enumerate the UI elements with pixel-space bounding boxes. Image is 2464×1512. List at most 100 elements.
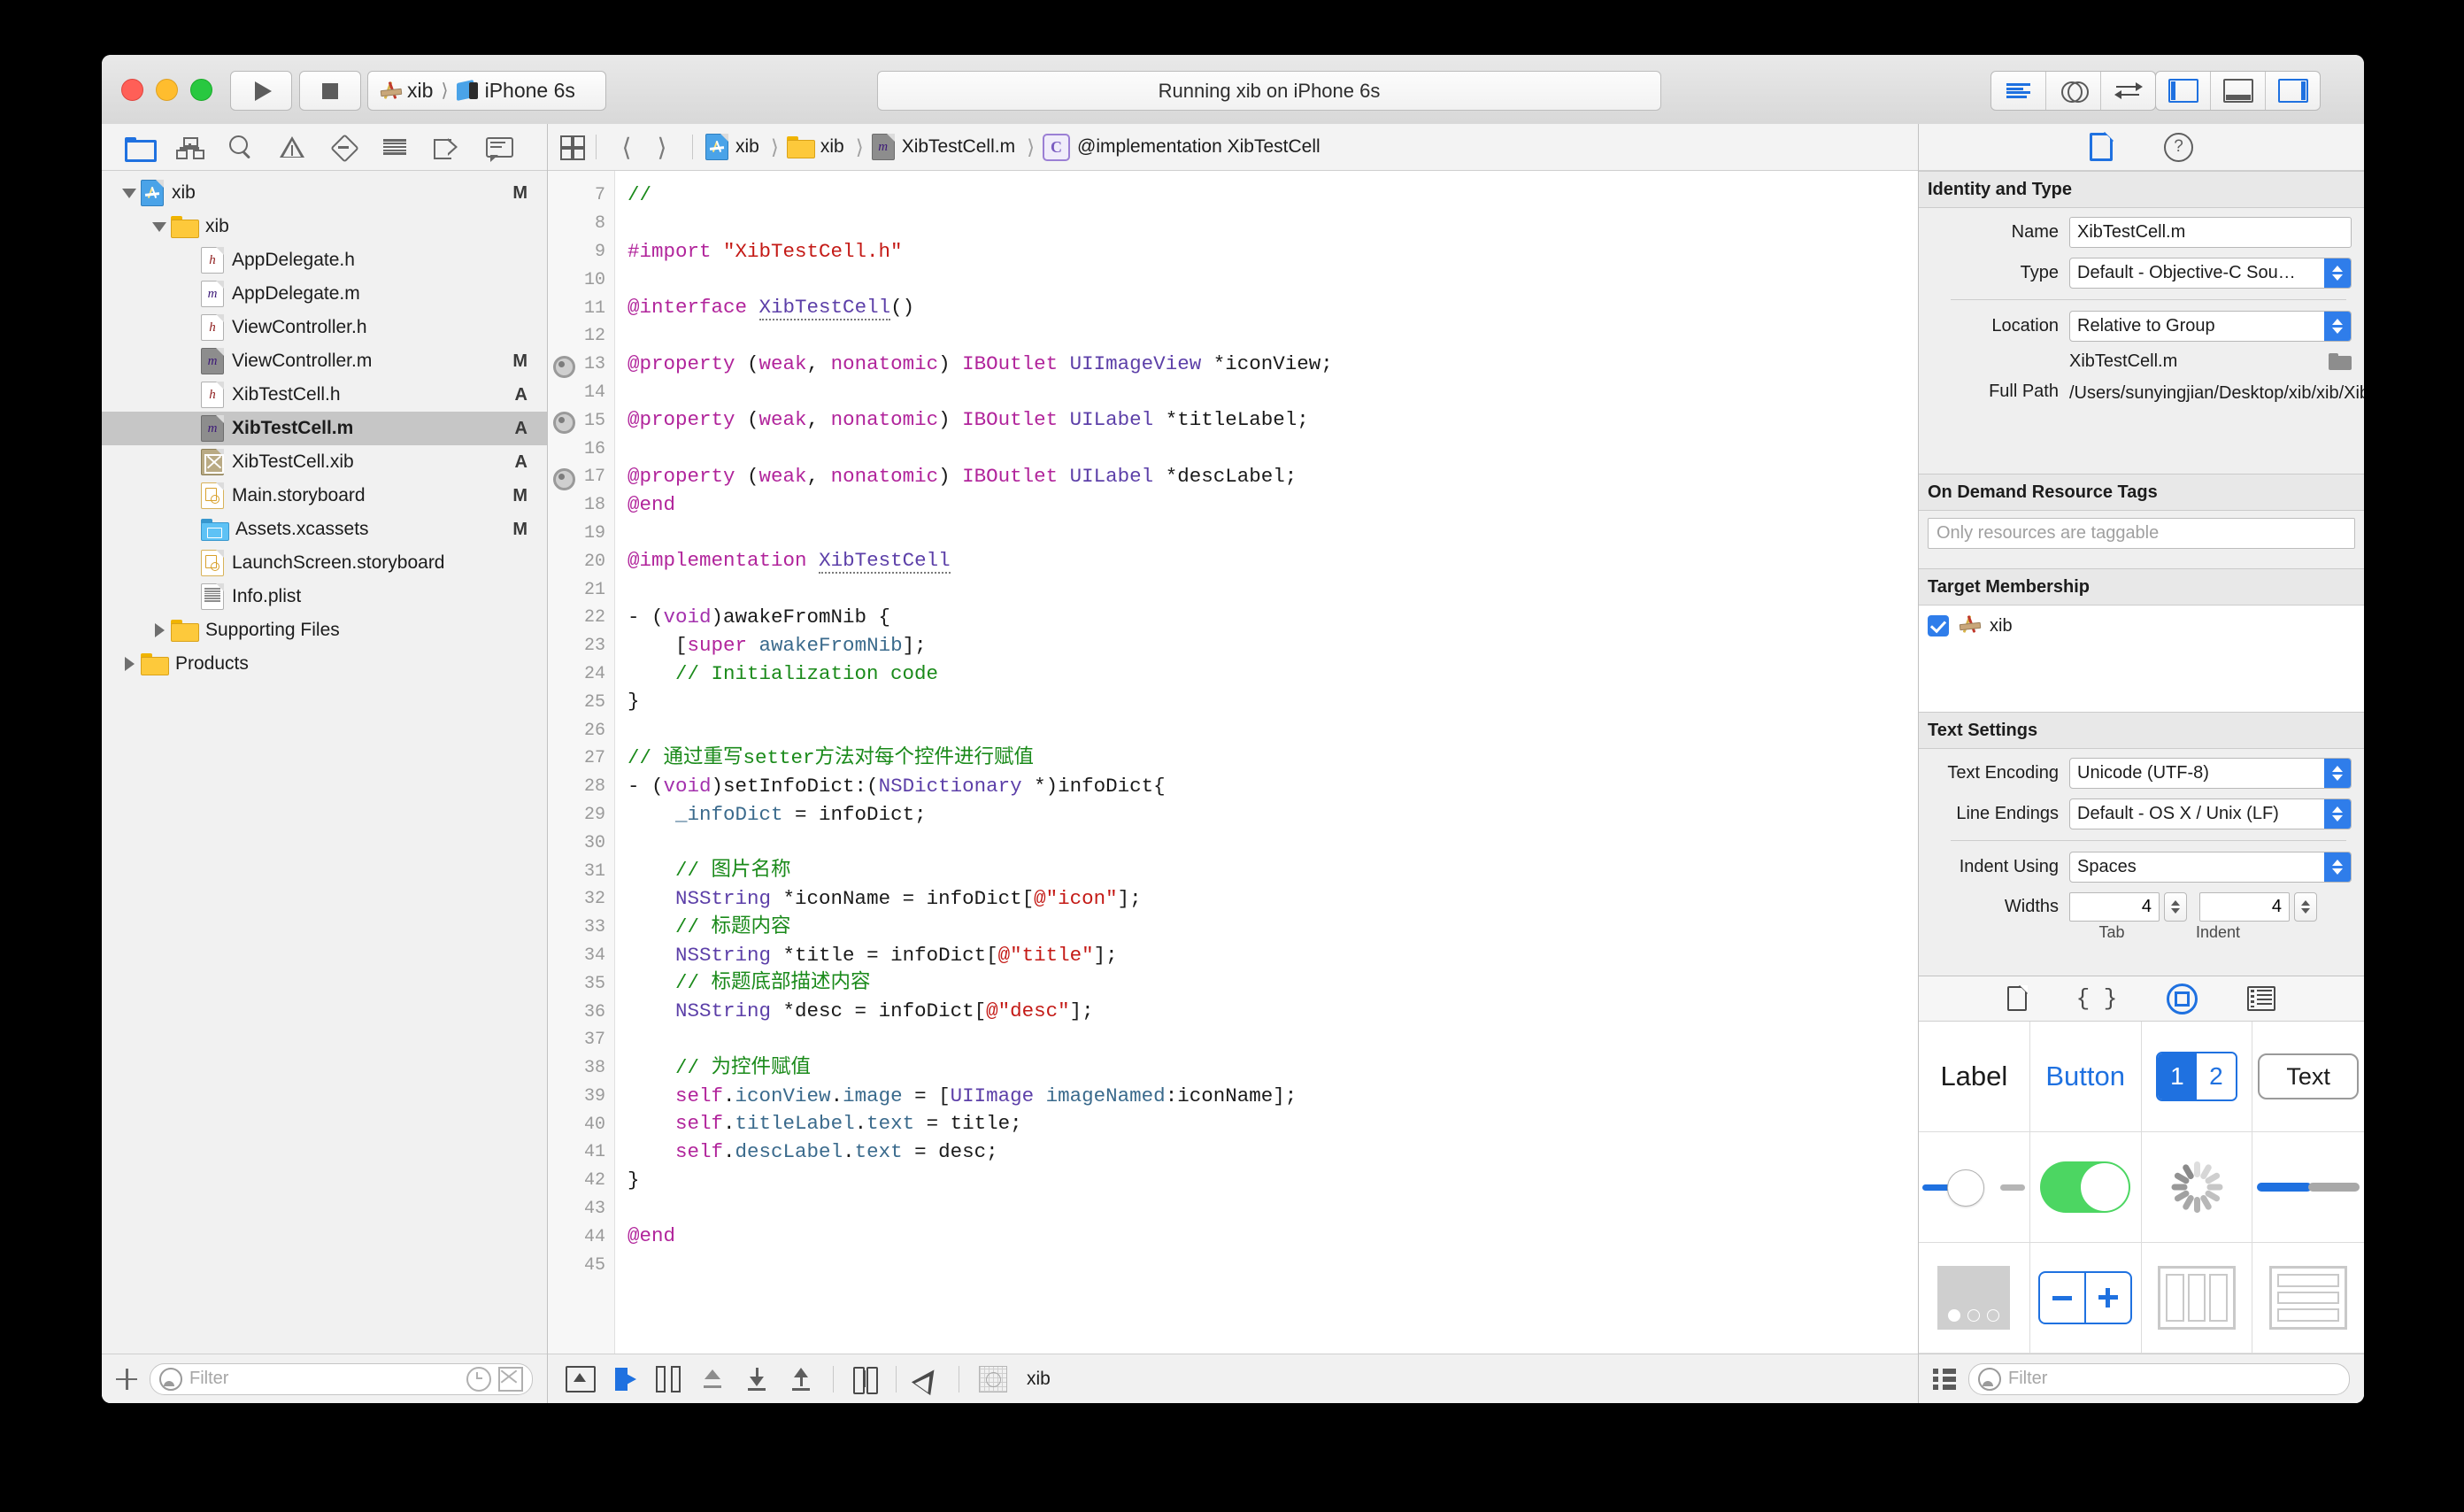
file-inspector-button[interactable] bbox=[2090, 132, 2114, 161]
minimize-button[interactable] bbox=[156, 79, 178, 101]
project-navigator-button[interactable] bbox=[112, 129, 164, 165]
breakpoint-marker-icon[interactable] bbox=[553, 467, 575, 490]
library-item-text-field[interactable]: Text bbox=[2252, 1022, 2364, 1132]
indent-width-stepper[interactable] bbox=[2294, 892, 2317, 922]
library-item-page-control[interactable] bbox=[1919, 1243, 2030, 1354]
quick-help-button[interactable]: ? bbox=[2164, 132, 2193, 162]
tree-row-xibtestcell-m[interactable]: m XibTestCell.m A bbox=[102, 412, 547, 445]
line-number[interactable]: 31 bbox=[548, 857, 614, 885]
library-item-button[interactable]: Button bbox=[2029, 1022, 2142, 1132]
disclosure-triangle[interactable] bbox=[118, 188, 141, 198]
disclosure-triangle[interactable] bbox=[118, 657, 141, 671]
library-item-segmented-control[interactable]: 12 bbox=[2141, 1022, 2253, 1132]
tree-row-viewcontroller-h[interactable]: h ViewController.h bbox=[102, 311, 547, 344]
type-dropdown[interactable]: Default - Objective-C Sou… bbox=[2069, 258, 2352, 289]
line-number[interactable]: 40 bbox=[548, 1110, 614, 1138]
target-checkbox[interactable] bbox=[1928, 615, 1949, 636]
navigator-filter-input[interactable]: Filter bbox=[150, 1362, 533, 1395]
scheme-destination-button[interactable]: xib ⟩ iPhone 6s bbox=[367, 71, 606, 111]
line-number[interactable]: 30 bbox=[548, 829, 614, 857]
code-text[interactable]: // #import "XibTestCell.h" @interface Xi… bbox=[615, 171, 1918, 1354]
line-number[interactable]: 10 bbox=[548, 266, 614, 294]
editor-mode-segmented-control[interactable] bbox=[1990, 71, 2156, 111]
related-items-icon[interactable] bbox=[560, 135, 585, 160]
tree-row-supporting-files[interactable]: Supporting Files bbox=[102, 613, 547, 647]
version-editor-button[interactable] bbox=[2101, 72, 2155, 110]
line-number[interactable]: 17 bbox=[548, 463, 614, 491]
line-number[interactable]: 9 bbox=[548, 238, 614, 266]
library-item-label[interactable]: Label bbox=[1919, 1022, 2030, 1132]
tree-row-appdelegate-h[interactable]: h AppDelegate.h bbox=[102, 243, 547, 277]
line-number[interactable]: 41 bbox=[548, 1138, 614, 1167]
debug-navigator-button[interactable] bbox=[369, 129, 420, 165]
standard-editor-button[interactable] bbox=[1991, 72, 2046, 110]
line-number[interactable]: 16 bbox=[548, 435, 614, 463]
stop-button[interactable] bbox=[299, 71, 361, 111]
library-item-horizontal-stack-view[interactable] bbox=[2141, 1243, 2253, 1354]
view-toggle-segmented-control[interactable] bbox=[2155, 71, 2321, 111]
line-number[interactable]: 27 bbox=[548, 744, 614, 773]
breadcrumb-item-file[interactable]: m XibTestCell.m bbox=[871, 134, 1015, 160]
line-number[interactable]: 22 bbox=[548, 604, 614, 632]
tree-row-assets-xcassets[interactable]: Assets.xcassets M bbox=[102, 513, 547, 546]
line-number[interactable]: 33 bbox=[548, 914, 614, 942]
toggle-debug-console-button[interactable] bbox=[566, 1364, 596, 1394]
project-file-tree[interactable]: xib Mxib h AppDelegate.h m AppDelegate.m h View… bbox=[102, 171, 547, 1354]
view-debugging-button[interactable] bbox=[853, 1364, 878, 1394]
disclosure-triangle[interactable] bbox=[148, 623, 171, 637]
library-item-progress-view[interactable] bbox=[2252, 1132, 2364, 1243]
issue-navigator-button[interactable] bbox=[266, 129, 318, 165]
library-item-vertical-stack-view[interactable] bbox=[2252, 1243, 2364, 1354]
source-control-filter-icon[interactable] bbox=[498, 1366, 523, 1392]
breakpoint-marker-icon[interactable] bbox=[553, 412, 575, 435]
library-item-switch[interactable] bbox=[2029, 1132, 2142, 1243]
line-number[interactable]: 25 bbox=[548, 688, 614, 716]
line-number[interactable]: 7 bbox=[548, 181, 614, 210]
tree-row-appdelegate-m[interactable]: m AppDelegate.m bbox=[102, 277, 547, 311]
file-template-library-button[interactable] bbox=[2006, 985, 2028, 1011]
line-number[interactable]: 39 bbox=[548, 1083, 614, 1111]
choose-folder-icon[interactable] bbox=[2329, 352, 2352, 371]
tree-row-main-storyboard[interactable]: Main.storyboard M bbox=[102, 479, 547, 513]
tree-row-xibtestcell-xib[interactable]: XibTestCell.xib A bbox=[102, 445, 547, 479]
list-view-toggle-icon[interactable] bbox=[1933, 1369, 1956, 1390]
test-navigator-button[interactable] bbox=[318, 129, 369, 165]
line-number[interactable]: 32 bbox=[548, 885, 614, 914]
name-input[interactable]: XibTestCell.m bbox=[2069, 217, 2352, 248]
toggle-debug-area-button[interactable] bbox=[2211, 72, 2266, 110]
line-number[interactable]: 13 bbox=[548, 351, 614, 379]
line-number[interactable]: 15 bbox=[548, 406, 614, 435]
breakpoints-toggle-button[interactable] bbox=[615, 1364, 636, 1394]
code-snippet-library-icon[interactable]: { } bbox=[2076, 985, 2118, 1012]
line-number[interactable]: 11 bbox=[548, 294, 614, 322]
tree-row-launchscreen-storyboard[interactable]: LaunchScreen.storyboard bbox=[102, 546, 547, 580]
run-button[interactable] bbox=[230, 71, 292, 111]
line-number-gutter[interactable]: 7 8 9 10 11 12 13 14 15 16 17 18 19 20 21 22 23 24 25 26 27 2… bbox=[548, 171, 615, 1354]
step-over-button[interactable] bbox=[700, 1364, 725, 1394]
line-number[interactable]: 35 bbox=[548, 969, 614, 998]
indent-width-input[interactable]: 4 bbox=[2199, 892, 2290, 922]
breadcrumb-item-folder[interactable]: xib bbox=[786, 136, 844, 158]
step-out-button[interactable] bbox=[789, 1364, 813, 1394]
add-file-button[interactable] bbox=[116, 1368, 137, 1390]
line-number[interactable]: 20 bbox=[548, 547, 614, 575]
line-number[interactable]: 8 bbox=[548, 210, 614, 238]
source-editor[interactable]: 7 8 9 10 11 12 13 14 15 16 17 18 19 20 21 22 23 24 25 26 27 2… bbox=[548, 171, 1918, 1354]
breakpoint-marker-icon[interactable] bbox=[553, 355, 575, 378]
recent-files-icon[interactable] bbox=[466, 1366, 491, 1392]
line-number[interactable]: 29 bbox=[548, 801, 614, 829]
library-filter-input[interactable]: Filter bbox=[1968, 1362, 2350, 1395]
indent-using-dropdown[interactable]: Spaces bbox=[2069, 852, 2352, 883]
line-number[interactable]: 24 bbox=[548, 660, 614, 689]
media-library-button[interactable] bbox=[2247, 986, 2276, 1011]
line-number[interactable]: 28 bbox=[548, 773, 614, 801]
tree-row-info-plist[interactable]: Info.plist bbox=[102, 580, 547, 613]
simulate-location-button[interactable] bbox=[911, 1362, 944, 1395]
report-navigator-button[interactable] bbox=[472, 129, 523, 165]
assistant-editor-button[interactable] bbox=[2046, 72, 2101, 110]
forward-button[interactable]: ⟩ bbox=[644, 133, 680, 162]
tree-row-viewcontroller-m[interactable]: m ViewController.m M bbox=[102, 344, 547, 378]
line-number[interactable]: 36 bbox=[548, 998, 614, 1026]
encoding-dropdown[interactable]: Unicode (UTF-8) bbox=[2069, 758, 2352, 789]
step-into-button[interactable] bbox=[744, 1364, 769, 1394]
